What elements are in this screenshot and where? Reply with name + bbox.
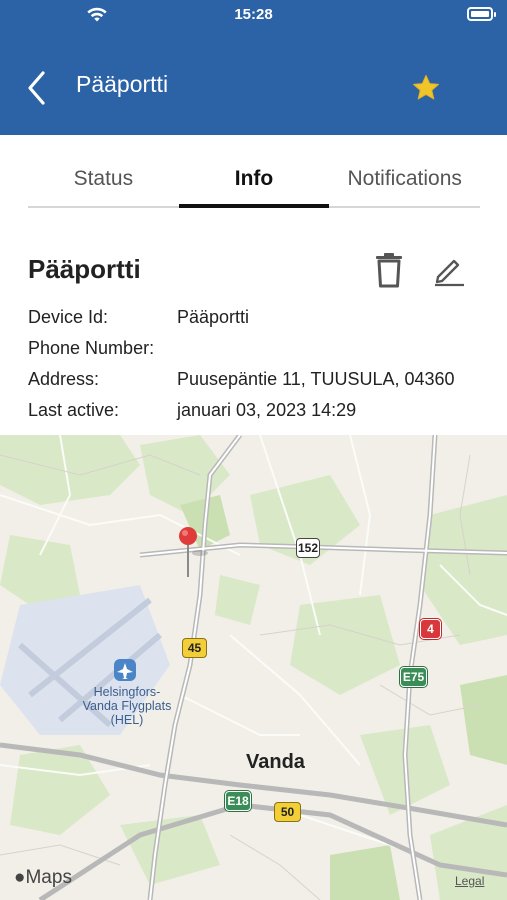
airport-label-line: Helsingfors- xyxy=(93,685,161,699)
edit-icon[interactable] xyxy=(432,253,466,287)
info-row-address: Address: Puusepäntie 11, TUUSULA, 04360 xyxy=(28,364,488,395)
maps-attribution: ●Maps xyxy=(14,867,72,889)
info-label: Address: xyxy=(28,369,100,389)
road-shield-e18: E18 xyxy=(225,791,251,811)
info-row-phone: Phone Number: xyxy=(28,333,488,364)
chevron-left-icon[interactable] xyxy=(24,68,52,108)
airport-label-line: (HEL) xyxy=(110,713,144,727)
status-time: 15:28 xyxy=(234,6,273,23)
info-row-last-active: Last active: januari 03, 2023 14:29 xyxy=(28,395,488,426)
tab-status[interactable]: Status xyxy=(28,150,179,206)
device-name-heading: Pääportti xyxy=(28,254,141,284)
nav-header: 15:28 Pääportti xyxy=(0,0,507,135)
device-info-list: Device Id: Pääportti Phone Number: Addre… xyxy=(28,302,488,426)
airport-label: Helsingfors- Vanda Flygplats (HEL) xyxy=(68,685,186,727)
info-label: Device Id: xyxy=(28,307,109,327)
airport-icon xyxy=(114,659,136,681)
info-value: januari 03, 2023 14:29 xyxy=(177,400,357,420)
status-bar: 15:28 xyxy=(0,0,507,32)
city-label: Vanda xyxy=(246,751,305,773)
tab-notifications[interactable]: Notifications xyxy=(329,150,480,206)
battery-icon xyxy=(467,7,496,21)
legal-link[interactable]: Legal xyxy=(455,874,484,888)
info-label: Last active: xyxy=(28,400,120,420)
road-shield-4: 4 xyxy=(420,619,441,639)
trash-icon[interactable] xyxy=(374,252,404,288)
road-shield-50: 50 xyxy=(274,802,301,822)
tab-bar: Status Info Notifications xyxy=(28,150,480,208)
info-row-device-id: Device Id: Pääportti xyxy=(28,302,488,333)
map-tiles xyxy=(0,435,507,900)
apple-logo-icon: ● xyxy=(14,867,26,888)
airport-label-line: Vanda Flygplats xyxy=(82,699,172,713)
road-shield-45: 45 xyxy=(182,638,207,658)
map-view[interactable]: Helsingfors- Vanda Flygplats (HEL) Vanda… xyxy=(0,435,507,900)
star-icon[interactable] xyxy=(411,73,441,103)
road-shield-152: 152 xyxy=(296,538,320,558)
info-value: Pääportti xyxy=(177,307,250,327)
page-title: Pääportti xyxy=(76,71,169,97)
tab-info[interactable]: Info xyxy=(178,150,330,208)
road-shield-e75: E75 xyxy=(400,667,427,687)
info-label: Phone Number: xyxy=(28,338,155,358)
info-value: Puusepäntie 11, TUUSULA, 04360 xyxy=(177,369,455,389)
maps-attribution-text: Maps xyxy=(25,867,72,888)
